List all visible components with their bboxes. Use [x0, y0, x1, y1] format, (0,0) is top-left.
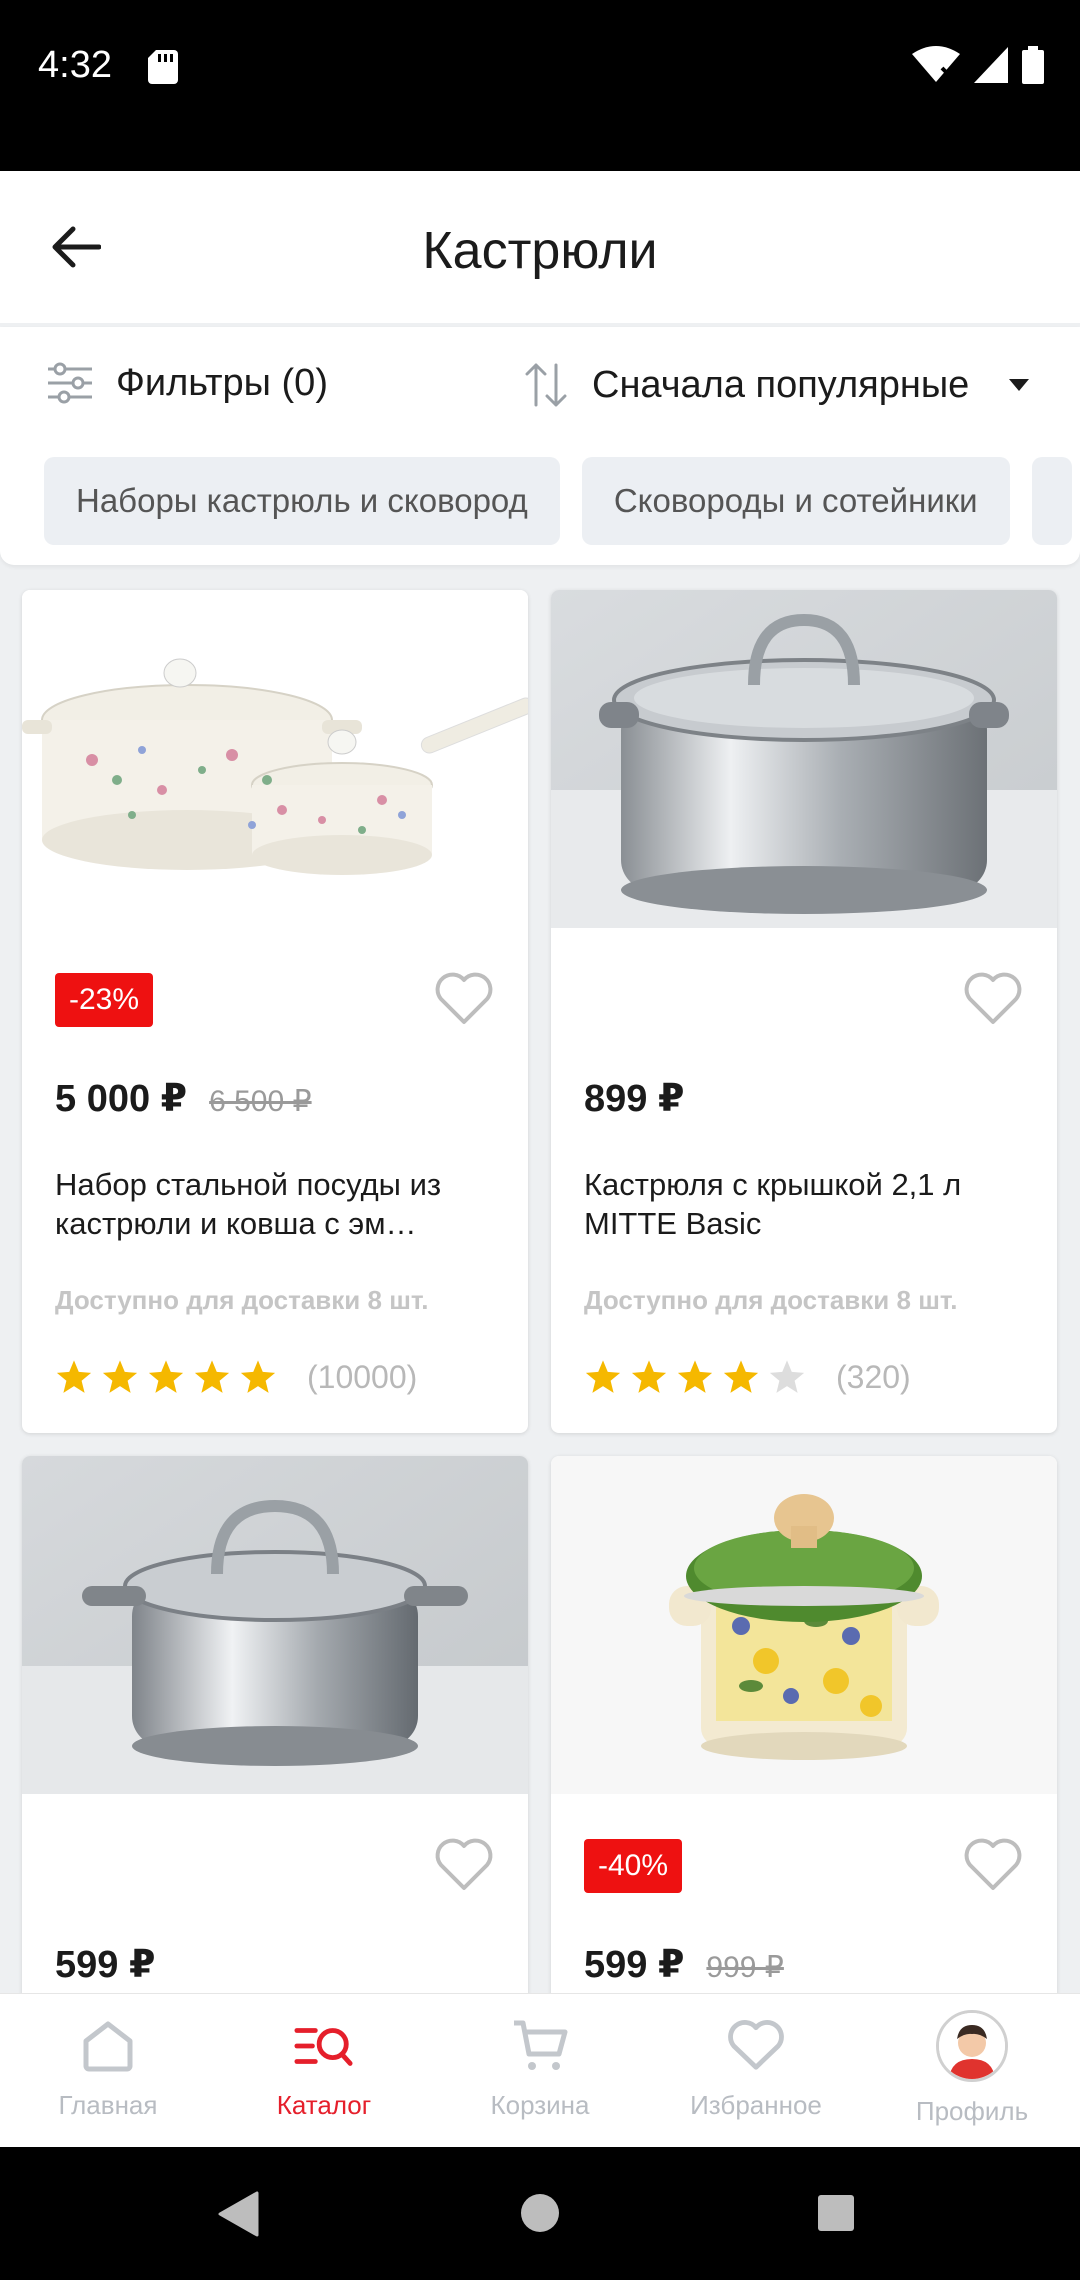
price-row: 599 ₽: [55, 1942, 155, 1987]
sort-dropdown[interactable]: Сначала популярные: [524, 361, 1030, 409]
price: 599 ₽: [55, 1944, 156, 1986]
star-icon: [240, 1360, 276, 1393]
rating: (10000): [55, 1358, 417, 1396]
product-name: Набор стальной посуды из кастрюли и ковш…: [55, 1165, 495, 1243]
chip-more[interactable]: [1031, 457, 1072, 545]
dropdown-caret-icon: [1009, 379, 1030, 391]
old-price: 6 500 ₽: [209, 1085, 312, 1118]
price-row: 5 000 ₽ 6 500 ₽: [55, 1076, 312, 1121]
nav-label: Избранное: [690, 2090, 822, 2120]
rating: (320): [584, 1358, 911, 1396]
star-icon: [631, 1360, 667, 1393]
price-row: 599 ₽ 999 ₽: [584, 1942, 784, 1987]
discount-badge: -40%: [584, 1839, 683, 1893]
price: 599 ₽: [584, 1944, 685, 1986]
nav-label: Профиль: [915, 2096, 1029, 2126]
status-icons: [912, 46, 1044, 84]
home-circle-icon[interactable]: [520, 2193, 560, 2233]
review-count: (10000): [307, 1358, 418, 1395]
nav-label: Корзина: [490, 2090, 590, 2120]
avatar: [936, 2010, 1008, 2082]
price: 899 ₽: [584, 1078, 685, 1120]
back-triangle-icon[interactable]: [217, 2191, 259, 2237]
signal-icon: [974, 47, 1008, 83]
availability: Доступно для доставки 8 шт.: [584, 1285, 958, 1315]
review-count: (320): [836, 1358, 911, 1395]
product-image-enamel-pot: [551, 1456, 1057, 1794]
status-time: 4:32: [38, 44, 112, 86]
sort-icon: [525, 363, 567, 407]
favorite-heart-icon[interactable]: [963, 1836, 1023, 1892]
heart-icon: [728, 2020, 784, 2070]
star-icon: [677, 1360, 713, 1393]
nav-profile[interactable]: Профиль: [864, 1994, 1080, 2147]
product-name-text: Набор стальной посуды из кастрюли и ковш…: [55, 1167, 442, 1241]
filters-label: Фильтры (0): [116, 361, 328, 404]
filters-icon: [48, 362, 92, 404]
product-image-steel-pot: [551, 590, 1057, 928]
product-image-small-steel-pot: [22, 1456, 528, 1794]
filters-button[interactable]: Фильтры (0): [46, 361, 328, 405]
product-name: Кастрюля с крышкой 2,1 л MITTE Basic: [584, 1165, 1024, 1243]
nav-label: Каталог: [276, 2090, 372, 2120]
sd-card-icon: [148, 50, 178, 84]
product-card[interactable]: -23% 5 000 ₽ 6 500 ₽ Набор стальной посу…: [22, 590, 528, 1433]
page-title: Кастрюли: [422, 222, 658, 280]
app-bar: Кастрюли: [0, 171, 1080, 323]
nav-home[interactable]: Главная: [0, 1994, 216, 2147]
nav-label: Главная: [58, 2090, 158, 2120]
favorite-heart-icon[interactable]: [434, 970, 494, 1026]
favorite-heart-icon[interactable]: [963, 970, 1023, 1026]
star-icon: [194, 1360, 230, 1393]
chip-pot-sets[interactable]: Наборы кастрюль и сковород: [44, 457, 560, 545]
filter-panel: Фильтры (0) Сначала популярные Наборы ка…: [0, 327, 1080, 565]
cart-icon: [514, 2020, 568, 2070]
product-card[interactable]: 899 ₽ Кастрюля с крышкой 2,1 л MITTE Bas…: [551, 590, 1057, 1433]
system-nav-bar: [0, 2147, 1080, 2280]
wifi-icon: [912, 46, 960, 82]
product-name-text: Кастрюля с крышкой 2,1 л MITTE Basic: [584, 1167, 962, 1241]
category-chips: Наборы кастрюль и сковород Сковороды и с…: [44, 457, 1072, 545]
status-bar: 4:32: [0, 0, 1080, 171]
availability: Доступно для доставки 8 шт.: [55, 1285, 429, 1315]
recents-square-icon[interactable]: [817, 2194, 855, 2232]
discount-badge: -23%: [55, 973, 154, 1027]
old-price: 999 ₽: [706, 1951, 784, 1984]
battery-icon: [1022, 46, 1044, 84]
nav-catalog[interactable]: Каталог: [216, 1994, 432, 2147]
nav-favorites[interactable]: Избранное: [648, 1994, 864, 2147]
star-icon: [102, 1360, 138, 1393]
product-image-floral-set: [22, 590, 528, 928]
nav-cart[interactable]: Корзина: [432, 1994, 648, 2147]
bottom-nav: Главная Каталог Корзина Избранное Профил…: [0, 1993, 1080, 2147]
screen: 4:32 Кастрюли Фильтры (0) Сначала популя…: [0, 0, 1080, 2280]
star-icon: [585, 1360, 621, 1393]
sort-label: Сначала популярные: [592, 363, 970, 406]
chip-pans[interactable]: Сковороды и сотейники: [581, 457, 1010, 545]
catalog-search-icon: [294, 2028, 353, 2066]
favorite-heart-icon[interactable]: [434, 1836, 494, 1892]
home-icon: [83, 2021, 133, 2072]
star-icon: [723, 1360, 759, 1393]
star-icon: [148, 1360, 184, 1393]
star-icon: [769, 1360, 805, 1393]
price-row: 899 ₽: [584, 1076, 684, 1121]
star-icon: [56, 1360, 92, 1393]
price: 5 000 ₽: [55, 1078, 188, 1120]
